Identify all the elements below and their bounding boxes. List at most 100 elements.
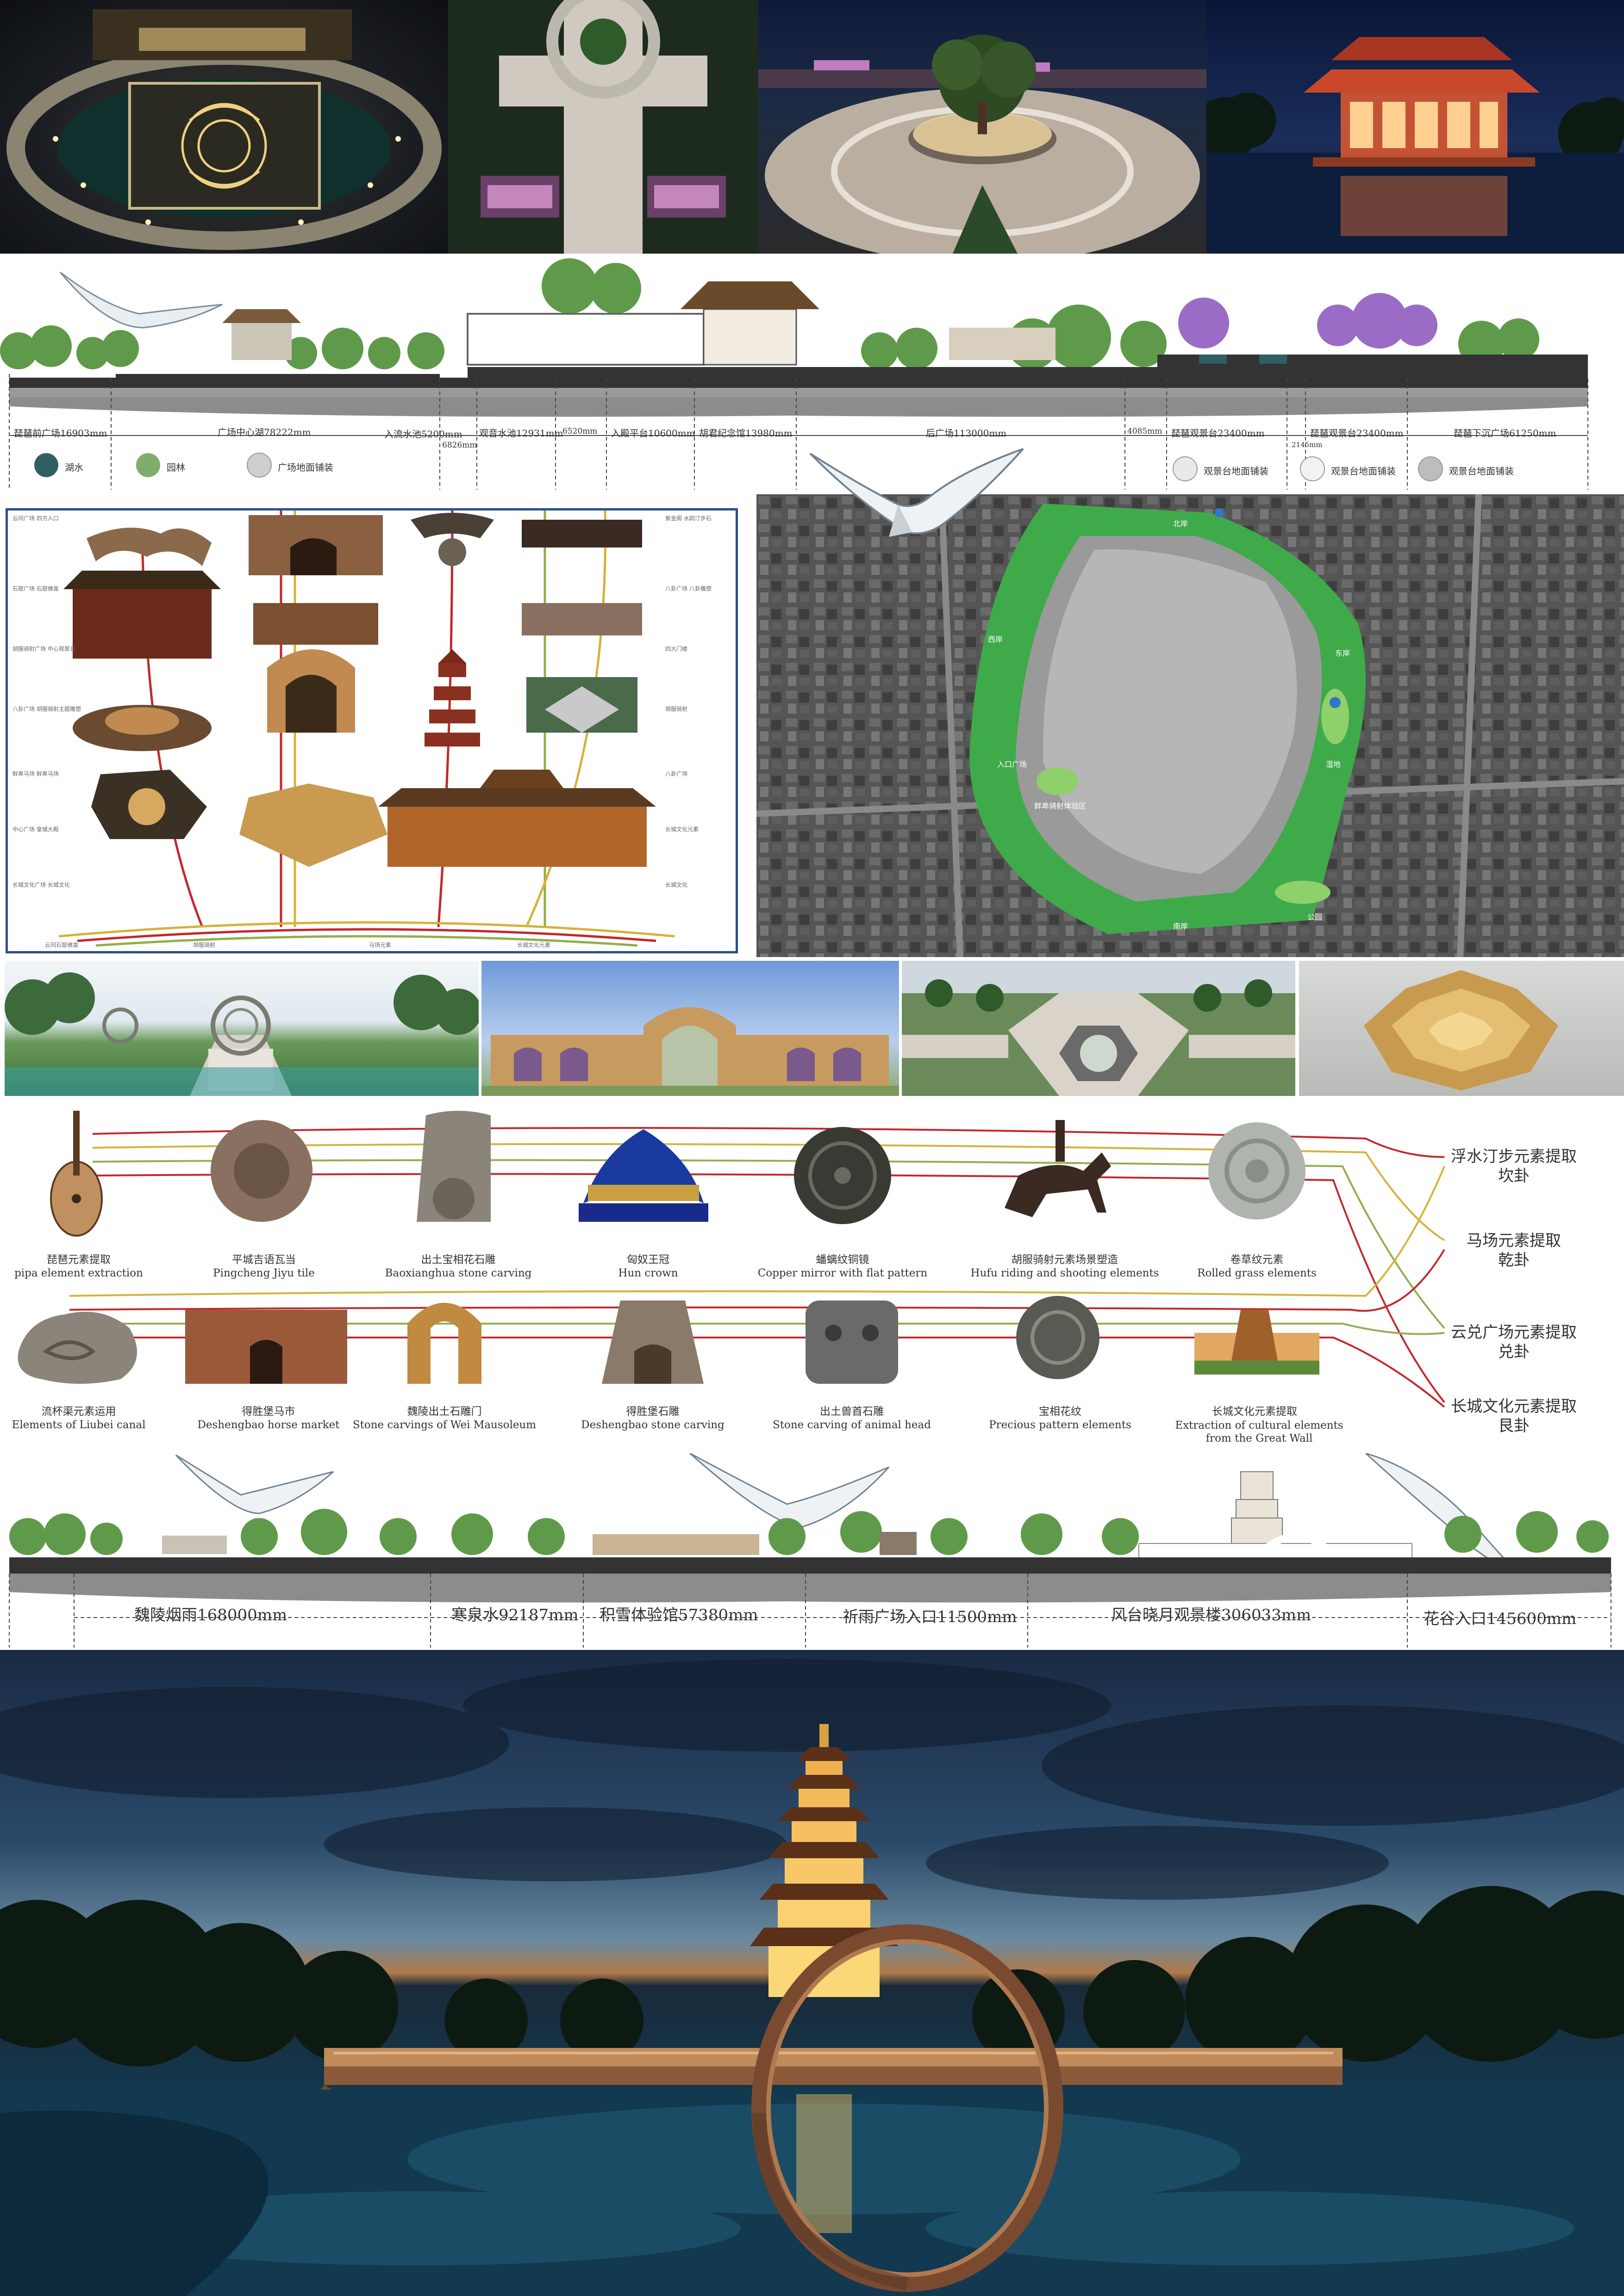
bagua-sculpture-graphic [1364, 970, 1558, 1090]
red-pavilion-graphic [1206, 37, 1624, 254]
artifact-riding-en: Hufu riding and shooting elements [970, 1267, 1159, 1279]
diagram-left-label-2: 石窟广场 石窟佛龛 [12, 585, 59, 592]
dim-label-3: 入流水池5200mm [384, 429, 462, 440]
diagram-right-label-5: 八卦广场 [665, 771, 688, 777]
section-label-qiyu: 祈雨广场入口11500mm [843, 1608, 1017, 1626]
gua-label-gen: 长城文化元素提取 艮卦 [1451, 1397, 1577, 1435]
stone-carving-icon [417, 1111, 491, 1222]
section-label-fengtai: 风台晓月观景楼306033mm [1111, 1606, 1312, 1624]
artifact-canal-en: Elements of Liubei canal [12, 1419, 146, 1431]
artifact-crown-cn: 匈奴王冠 [627, 1254, 669, 1266]
precious-pattern-icon [1016, 1296, 1099, 1379]
artifact-grass-en: Rolled grass elements [1197, 1267, 1317, 1279]
octagon-plaza-graphic [902, 961, 1295, 1096]
artifact-precious-en: Precious pattern elements [989, 1419, 1131, 1431]
axis-walkway-graphic [448, 0, 758, 254]
artifact-carving-cn: 出土宝相花石雕 [421, 1254, 496, 1266]
dim-label-10: 4085mm [1127, 427, 1162, 436]
artifact-canal-cn: 流杯渠元素运用 [41, 1406, 116, 1418]
section-label-weiling: 魏陵烟雨168000mm [134, 1606, 287, 1624]
element-diagram-frame: 云冈广场 四方入口 石窟广场 石窟佛龛 胡服骑射广场 中心观景台 八卦广场 胡服… [6, 508, 738, 953]
artifact-panel: 琵琶元素提取 pipa element extraction 平城吉语瓦当 Pi… [0, 1101, 1624, 1458]
diagram-left-label-3: 胡服骑射广场 中心观景台 [12, 646, 75, 652]
diagram-left-label-5: 鲜卑马场 鲜卑马场 [12, 771, 59, 777]
artifact-stone-door-cn: 魏陵出土石雕门 [407, 1406, 482, 1418]
section-label-huagu: 花谷入口145600mm [1424, 1610, 1577, 1628]
legend-water-label: 湖水 [65, 462, 83, 473]
artifact-carving-en: Baoxianghua stone carving [385, 1267, 532, 1279]
legend-deck-label-2: 观景台地面铺装 [1331, 466, 1396, 477]
diagram-left-label-6: 中心广场 皇城大殿 [12, 826, 59, 833]
artifact-horse-market-cn: 得胜堡马市 [242, 1406, 295, 1418]
great-wall-icon [1194, 1310, 1319, 1375]
artifact-animal-head-en: Stone carving of animal head [773, 1419, 931, 1431]
deshengbao-carving-icon [602, 1300, 704, 1384]
site-plan-map: 东岸 西岸 入口广场 鲜卑骑射体验区 湿地 公园 北岸 南岸 [756, 494, 1624, 957]
artifact-great-wall-cn: 长城文化元素提取 [1212, 1406, 1297, 1418]
artifact-stone-door-en: Stone carvings of Wei Mausoleum [352, 1419, 537, 1431]
dim-label-12: 2145mm [1292, 441, 1323, 449]
dim-label-2: 广场中心湖78222mm [218, 427, 311, 438]
diagram-right-label-3: 四大门楼 [665, 646, 688, 652]
artifact-deshengbao-en: Deshengbao stone carving [581, 1419, 725, 1431]
map-label-east: 东岸 [1335, 649, 1350, 658]
map-label-south: 南岸 [1173, 922, 1188, 931]
diagram-right-label-6: 长城文化元素 [665, 826, 699, 833]
site-plan-graphic [756, 494, 1624, 957]
liubei-canal-icon [18, 1312, 137, 1384]
render-pagoda-ring-bridge [0, 1650, 1624, 2296]
legend-garden-label: 园林 [167, 462, 185, 473]
legend-deck-swatch-2 [1300, 456, 1325, 481]
dim-label-5: 观音水池12931mm [479, 428, 563, 439]
map-label-wetland: 湿地 [1326, 760, 1341, 769]
artifact-animal-head-cn: 出土兽首石雕 [820, 1406, 884, 1418]
map-label-park: 公园 [1307, 913, 1323, 921]
element-diagram-graphic [58, 510, 675, 947]
map-label-north: 北岸 [1173, 519, 1188, 528]
artifact-deshengbao-cn: 得胜堡石雕 [626, 1406, 680, 1418]
legend-garden-swatch [136, 453, 160, 477]
diagram-bottom-label-3: 马场元素 [369, 942, 392, 948]
diagram-thumbnails [63, 513, 656, 867]
dim-label-7: 入殿平台10600mm [611, 428, 695, 439]
animal-head-icon [806, 1300, 898, 1384]
artifact-pipa-cn: 琵琶元素提取 [47, 1254, 111, 1266]
map-label-riding-zone: 鲜卑骑射体验区 [1034, 802, 1087, 810]
artifact-mirror-cn: 蟠螭纹铜镜 [816, 1254, 869, 1266]
crown-icon [579, 1129, 708, 1222]
arched-wall-graphic [481, 1007, 899, 1096]
render-red-pavilion [1206, 0, 1624, 254]
legend-plaza-swatch [247, 453, 272, 478]
diagram-right-label-7: 长城文化 [665, 882, 688, 888]
pipa-plaza-graphic [6, 9, 442, 250]
dim-label-14: 琵琶下沉广场61250mm [1454, 428, 1556, 439]
diagram-bottom-label-1: 云冈石窟佛龛 [45, 942, 79, 948]
seagull-icon [59, 271, 223, 329]
rolled-grass-icon [1208, 1122, 1305, 1220]
artifact-great-wall-en: Extraction of cultural elements from the… [1175, 1419, 1343, 1444]
artifact-tile-en: Pingcheng Jiyu tile [213, 1267, 315, 1279]
diagram-left-label-4: 八卦广场 胡服骑射主题雕塑 [12, 706, 81, 712]
hero-graphic [0, 1659, 1624, 2296]
dim-label-4: 6826mm [442, 441, 477, 450]
diagram-left-label-1: 云冈广场 四方入口 [12, 515, 59, 522]
artifact-grass-cn: 卷草纹元素 [1230, 1254, 1284, 1266]
gua-label-kan: 浮水汀步元素提取 坎卦 [1451, 1147, 1577, 1185]
legend-deck-label-1: 观景台地面铺装 [1204, 466, 1268, 477]
dim-label-13: 琵琶观景台23400mm [1310, 428, 1404, 439]
artifact-riding-cn: 胡服骑射元素场景塑造 [1012, 1254, 1118, 1266]
gua-label-dui: 云兑广场元素提取 兑卦 [1451, 1323, 1577, 1361]
mirror-icon [794, 1127, 891, 1224]
legend-deck-swatch-3 [1418, 456, 1443, 481]
artifact-tile-cn: 平城吉语瓦当 [232, 1254, 296, 1266]
stone-door-icon [407, 1303, 481, 1384]
armillary-walkway-graphic [5, 972, 479, 1096]
legend-water-swatch [34, 453, 58, 477]
map-label-west: 西岸 [988, 635, 1003, 644]
diagram-right-label-2: 八卦广场 八卦雕塑 [665, 585, 712, 592]
gua-label-qian: 马场元素提取 乾卦 [1467, 1232, 1561, 1269]
render-round-planter [758, 0, 1206, 254]
artifact-precious-cn: 宝相花纹 [1039, 1406, 1081, 1418]
legend-deck-swatch-1 [1173, 456, 1198, 481]
artifact-mirror-en: Copper mirror with flat pattern [757, 1267, 928, 1279]
